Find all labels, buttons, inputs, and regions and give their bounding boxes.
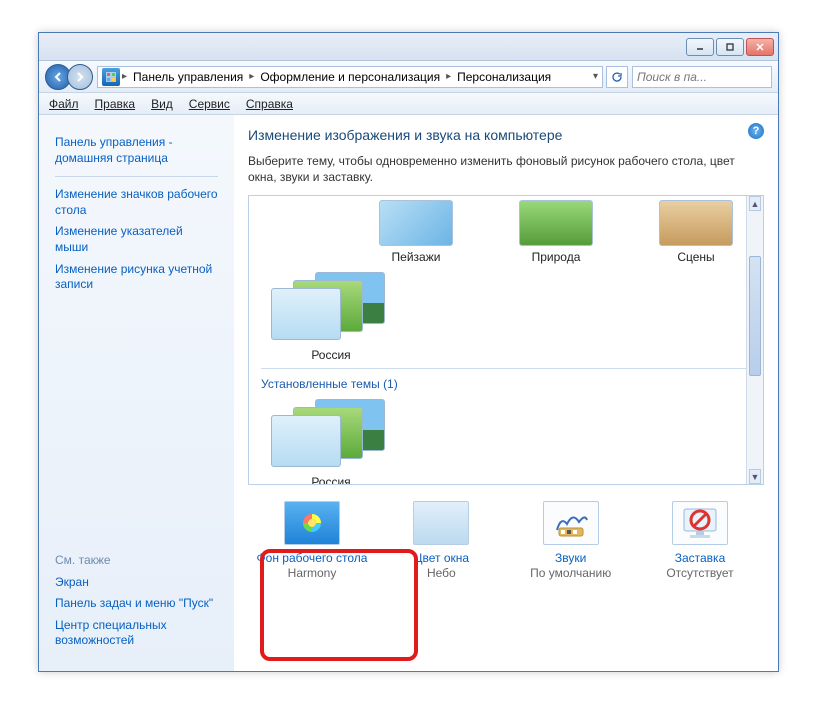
navbar: ▸ Панель управления ▸ Оформление и персо… xyxy=(39,61,778,93)
see-also-display[interactable]: Экран xyxy=(55,575,218,591)
scrollbar[interactable]: ▲ ▼ xyxy=(746,196,763,484)
page-subtitle: Выберите тему, чтобы одновременно измени… xyxy=(248,153,764,185)
maximize-button[interactable] xyxy=(716,38,744,56)
breadcrumb-seg3[interactable]: Персонализация xyxy=(453,70,555,84)
chevron-right-icon: ▸ xyxy=(446,71,451,82)
theme-thumb xyxy=(659,200,733,246)
page-heading: Изменение изображения и звука на компьют… xyxy=(248,127,764,143)
saver-preview-icon xyxy=(672,501,728,545)
sidebar-home-link[interactable]: Панель управления - домашняя страница xyxy=(55,135,218,166)
theme-stack xyxy=(271,399,391,471)
chevron-right-icon: ▸ xyxy=(249,71,254,82)
screensaver-setting[interactable]: Заставка Отсутствует xyxy=(640,501,760,579)
content-area: ? Изменение изображения и звука на компь… xyxy=(234,115,778,671)
see-also-label: См. также xyxy=(55,553,218,567)
refresh-button[interactable] xyxy=(606,66,628,88)
scroll-thumb[interactable] xyxy=(749,256,761,376)
installed-themes-label: Установленные темы (1) xyxy=(261,377,751,391)
color-preview-icon xyxy=(413,501,469,545)
theme-item[interactable]: Россия xyxy=(261,399,401,485)
breadcrumb-seg1[interactable]: Панель управления xyxy=(129,70,247,84)
sidebar-link-pointers[interactable]: Изменение указателей мыши xyxy=(55,224,218,255)
sidebar-link-icons[interactable]: Изменение значков рабочего стола xyxy=(55,187,218,218)
window-color-setting[interactable]: Цвет окна Небо xyxy=(381,501,501,579)
theme-item[interactable]: Россия xyxy=(261,272,401,362)
theme-thumb xyxy=(519,200,593,246)
menu-edit[interactable]: Правка xyxy=(95,97,136,111)
sound-preview-icon xyxy=(543,501,599,545)
theme-thumb xyxy=(379,200,453,246)
sidebar: Панель управления - домашняя страница Из… xyxy=(39,115,234,671)
see-also-accessibility[interactable]: Центр специальных возможностей xyxy=(55,618,218,649)
bg-preview-icon xyxy=(284,501,340,545)
theme-item[interactable]: Природа xyxy=(501,200,611,264)
forward-button[interactable] xyxy=(67,64,93,90)
theme-item[interactable]: Пейзажи xyxy=(361,200,471,264)
chevron-down-icon[interactable]: ▾ xyxy=(593,71,598,82)
chevron-right-icon: ▸ xyxy=(122,71,127,82)
help-icon[interactable]: ? xyxy=(748,123,764,139)
scroll-up-icon[interactable]: ▲ xyxy=(749,196,761,211)
close-button[interactable] xyxy=(746,38,774,56)
titlebar[interactable] xyxy=(39,33,778,61)
themes-pane: Пейзажи Природа Сцены xyxy=(248,195,764,485)
control-panel-window: ▸ Панель управления ▸ Оформление и персо… xyxy=(38,32,779,672)
menu-tools[interactable]: Сервис xyxy=(189,97,230,111)
breadcrumb-seg2[interactable]: Оформление и персонализация xyxy=(256,70,444,84)
control-panel-icon xyxy=(102,68,120,86)
scroll-down-icon[interactable]: ▼ xyxy=(749,469,761,484)
menu-help[interactable]: Справка xyxy=(246,97,293,111)
search-placeholder: Поиск в па... xyxy=(637,70,707,84)
menubar: Файл Правка Вид Сервис Справка xyxy=(39,93,778,115)
settings-row: Фон рабочего стола Harmony Цвет окна Неб… xyxy=(248,485,764,579)
theme-stack xyxy=(271,272,391,344)
see-also: См. также Экран Панель задач и меню "Пус… xyxy=(55,553,218,655)
theme-item[interactable]: Сцены xyxy=(641,200,751,264)
window-controls xyxy=(686,38,774,56)
see-also-taskbar[interactable]: Панель задач и меню "Пуск" xyxy=(55,596,218,612)
menu-file[interactable]: Файл xyxy=(49,97,79,111)
desktop-background-setting[interactable]: Фон рабочего стола Harmony xyxy=(252,501,372,579)
minimize-button[interactable] xyxy=(686,38,714,56)
sidebar-link-account-picture[interactable]: Изменение рисунка учетной записи xyxy=(55,262,218,293)
search-input[interactable]: Поиск в па... xyxy=(632,66,772,88)
menu-view[interactable]: Вид xyxy=(151,97,173,111)
sounds-setting[interactable]: Звуки По умолчанию xyxy=(511,501,631,579)
breadcrumb[interactable]: ▸ Панель управления ▸ Оформление и персо… xyxy=(97,66,603,88)
